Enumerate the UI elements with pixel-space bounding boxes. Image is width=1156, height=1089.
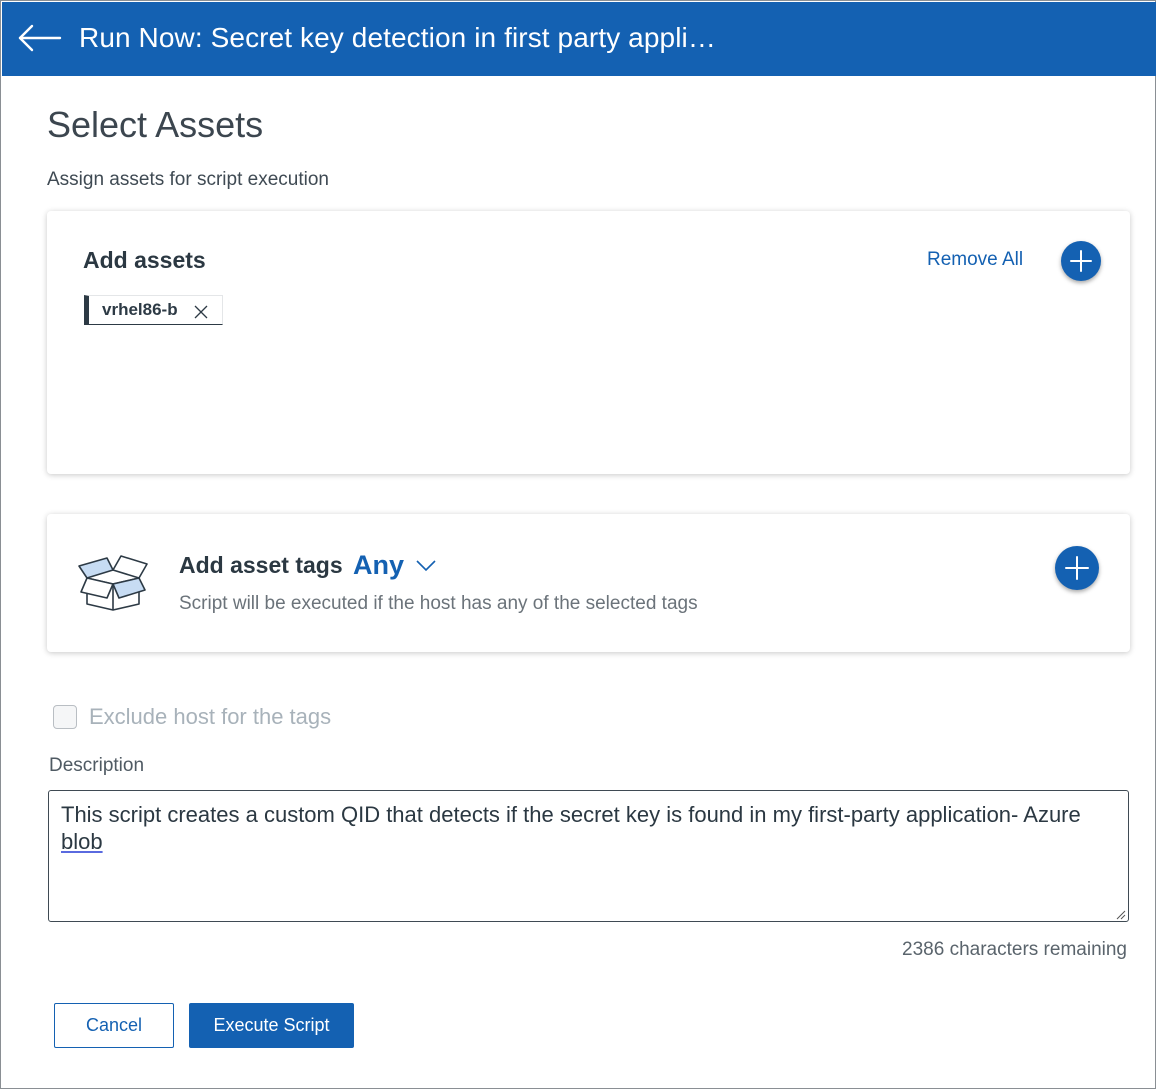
header-title: Run Now: Secret key detection in first p… [79,22,716,53]
description-textarea[interactable]: This script creates a custom QID that de… [48,790,1129,922]
match-mode-label: Any [353,550,405,580]
execute-script-button[interactable]: Execute Script [189,1003,354,1048]
asset-chip: vrhel86-b [84,295,223,325]
dialog-frame: Run Now: Secret key detection in first p… [0,0,1156,1089]
resize-handle-icon[interactable] [1114,907,1126,920]
add-asset-tags-title: Add asset tags [179,552,343,578]
remove-all-link[interactable]: Remove All [927,249,1023,271]
exclude-host-label: Exclude host for the tags [89,704,332,729]
add-asset-button[interactable] [1061,241,1101,281]
page-title: Select Assets [47,104,264,145]
asset-chip-label: vrhel86-b [102,300,178,319]
close-icon[interactable] [194,304,208,319]
chevron-down-icon [416,559,436,577]
description-text: This script creates a custom QID that de… [61,802,1081,827]
page-subtitle: Assign assets for script execution [47,169,329,190]
plus-icon [1065,556,1089,580]
description-text-tail: blob [61,829,103,854]
add-assets-card: Add assets Remove All vrhel86-b [47,211,1130,474]
add-asset-tags-card: Add asset tags Any Script will be execut… [47,514,1130,652]
add-tag-button[interactable] [1055,546,1099,590]
characters-remaining: 2386 characters remaining [902,939,1127,960]
exclude-host-checkbox[interactable] [53,705,77,729]
back-arrow-icon[interactable] [16,22,64,54]
description-label: Description [49,755,145,776]
match-mode-dropdown[interactable]: Any [353,550,436,581]
exclude-host-option: Exclude host for the tags [53,704,331,730]
add-assets-title: Add assets [83,247,206,273]
header-bar: Run Now: Secret key detection in first p… [2,2,1156,76]
tags-subtitle: Script will be executed if the host has … [179,593,698,614]
open-box-icon [77,548,149,612]
plus-icon [1070,250,1092,272]
cancel-button[interactable]: Cancel [54,1003,174,1048]
